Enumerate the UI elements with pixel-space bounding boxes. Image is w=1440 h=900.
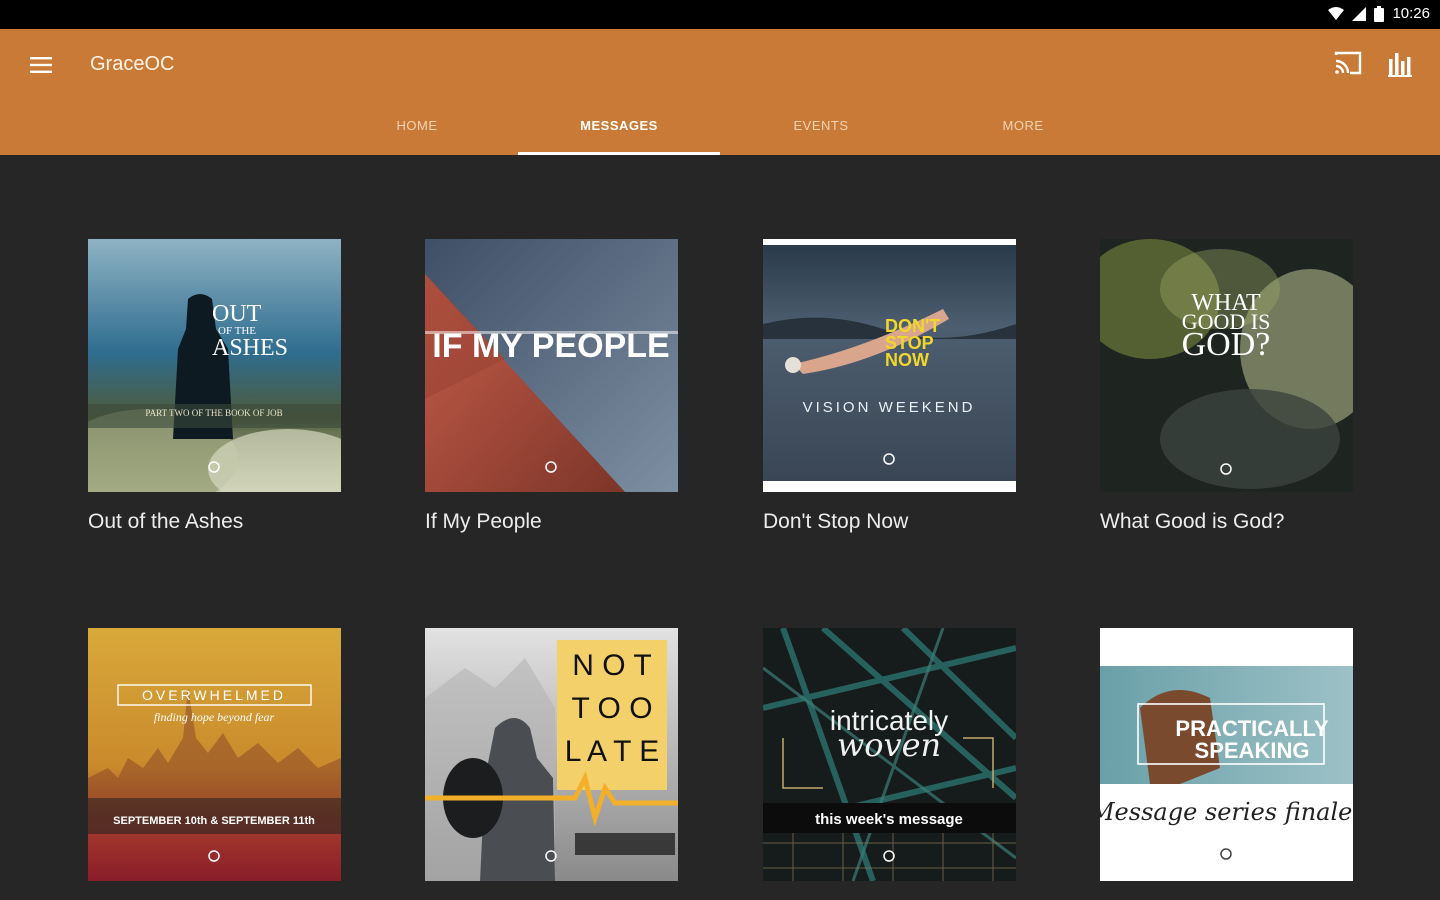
hamburger-icon (30, 57, 52, 73)
message-card-what-good-is-god[interactable]: WHAT GOOD IS GOD? What Good is God? (1100, 239, 1353, 534)
tab-messages[interactable]: MESSAGES (518, 95, 720, 155)
menu-button[interactable] (24, 51, 58, 79)
artwork-text: T O O (571, 692, 652, 725)
artwork-text: N O T (572, 649, 651, 682)
message-card-if-my-people[interactable]: IF MY PEOPLE If My People (425, 239, 678, 534)
artwork-text: L A T E (565, 735, 660, 768)
message-card-intricately-woven[interactable]: intricately woven this week's message (763, 628, 1016, 881)
artwork-subtitle: SEPTEMBER 10th & SEPTEMBER 11th (113, 815, 315, 827)
cast-icon (1334, 51, 1362, 75)
audio-stats-button[interactable] (1388, 51, 1418, 81)
artwork-subtitle: VISION WEEKEND (803, 399, 976, 416)
message-card-practically-speaking[interactable]: PRACTICALLY SPEAKING Message series fina… (1100, 628, 1353, 881)
artwork-text: GOD? (1182, 326, 1271, 363)
artwork-subtitle: Message series finale! (1100, 798, 1353, 826)
message-artwork: WHAT GOOD IS GOD? (1100, 239, 1353, 492)
message-card-overwhelmed[interactable]: OVERWHELMED finding hope beyond fear SEP… (88, 628, 341, 881)
message-card-dont-stop-now[interactable]: DON'T STOP NOW VISION WEEKEND Don't Stop… (763, 239, 1016, 534)
message-card-out-of-the-ashes[interactable]: OUT OF THE ASHES PART TWO OF THE BOOK OF… (88, 239, 341, 534)
signal-icon (1352, 6, 1367, 21)
artwork-subtitle: this week's message (815, 811, 963, 828)
message-card-not-too-late[interactable]: N O T T O O L A T E (425, 628, 678, 881)
message-artwork: OUT OF THE ASHES PART TWO OF THE BOOK OF… (88, 239, 341, 492)
artwork-text: OUT (212, 301, 262, 327)
artwork-text: woven (837, 726, 941, 764)
message-title: Don't Stop Now (763, 510, 909, 533)
tab-events[interactable]: EVENTS (720, 95, 922, 155)
message-title: Out of the Ashes (88, 510, 244, 533)
status-time: 10:26 (1392, 5, 1430, 22)
artwork-text: SPEAKING (1195, 738, 1310, 763)
message-artwork: N O T T O O L A T E (425, 628, 678, 881)
message-title: What Good is God? (1100, 510, 1285, 533)
tab-home[interactable]: HOME (316, 95, 518, 155)
cast-button[interactable] (1334, 51, 1364, 81)
artwork-text: NOW (885, 350, 929, 370)
app-bar: GraceOC HOME MESSAGES EVENTS MORE (0, 29, 1440, 155)
message-artwork: OVERWHELMED finding hope beyond fear SEP… (88, 628, 341, 881)
status-bar: 10:26 (0, 0, 1440, 29)
tab-more[interactable]: MORE (922, 95, 1124, 155)
bar-chart-icon (1388, 53, 1412, 77)
artwork-text: finding hope beyond fear (154, 710, 275, 724)
battery-icon (1374, 5, 1385, 22)
artwork-text: IF MY PEOPLE (432, 327, 669, 365)
message-title: If My People (425, 510, 542, 533)
wifi-icon (1328, 6, 1345, 20)
artwork-text: ASHES (212, 335, 288, 361)
message-artwork: intricately woven this week's message (763, 628, 1016, 881)
message-artwork: DON'T STOP NOW VISION WEEKEND (763, 239, 1016, 492)
tab-bar: HOME MESSAGES EVENTS MORE (316, 95, 1124, 155)
artwork-subtitle: PART TWO OF THE BOOK OF JOB (145, 408, 282, 418)
message-artwork: IF MY PEOPLE (425, 239, 678, 492)
app-title: GraceOC (90, 53, 175, 75)
message-artwork: PRACTICALLY SPEAKING Message series fina… (1100, 628, 1353, 881)
artwork-text: OVERWHELMED (142, 687, 286, 703)
